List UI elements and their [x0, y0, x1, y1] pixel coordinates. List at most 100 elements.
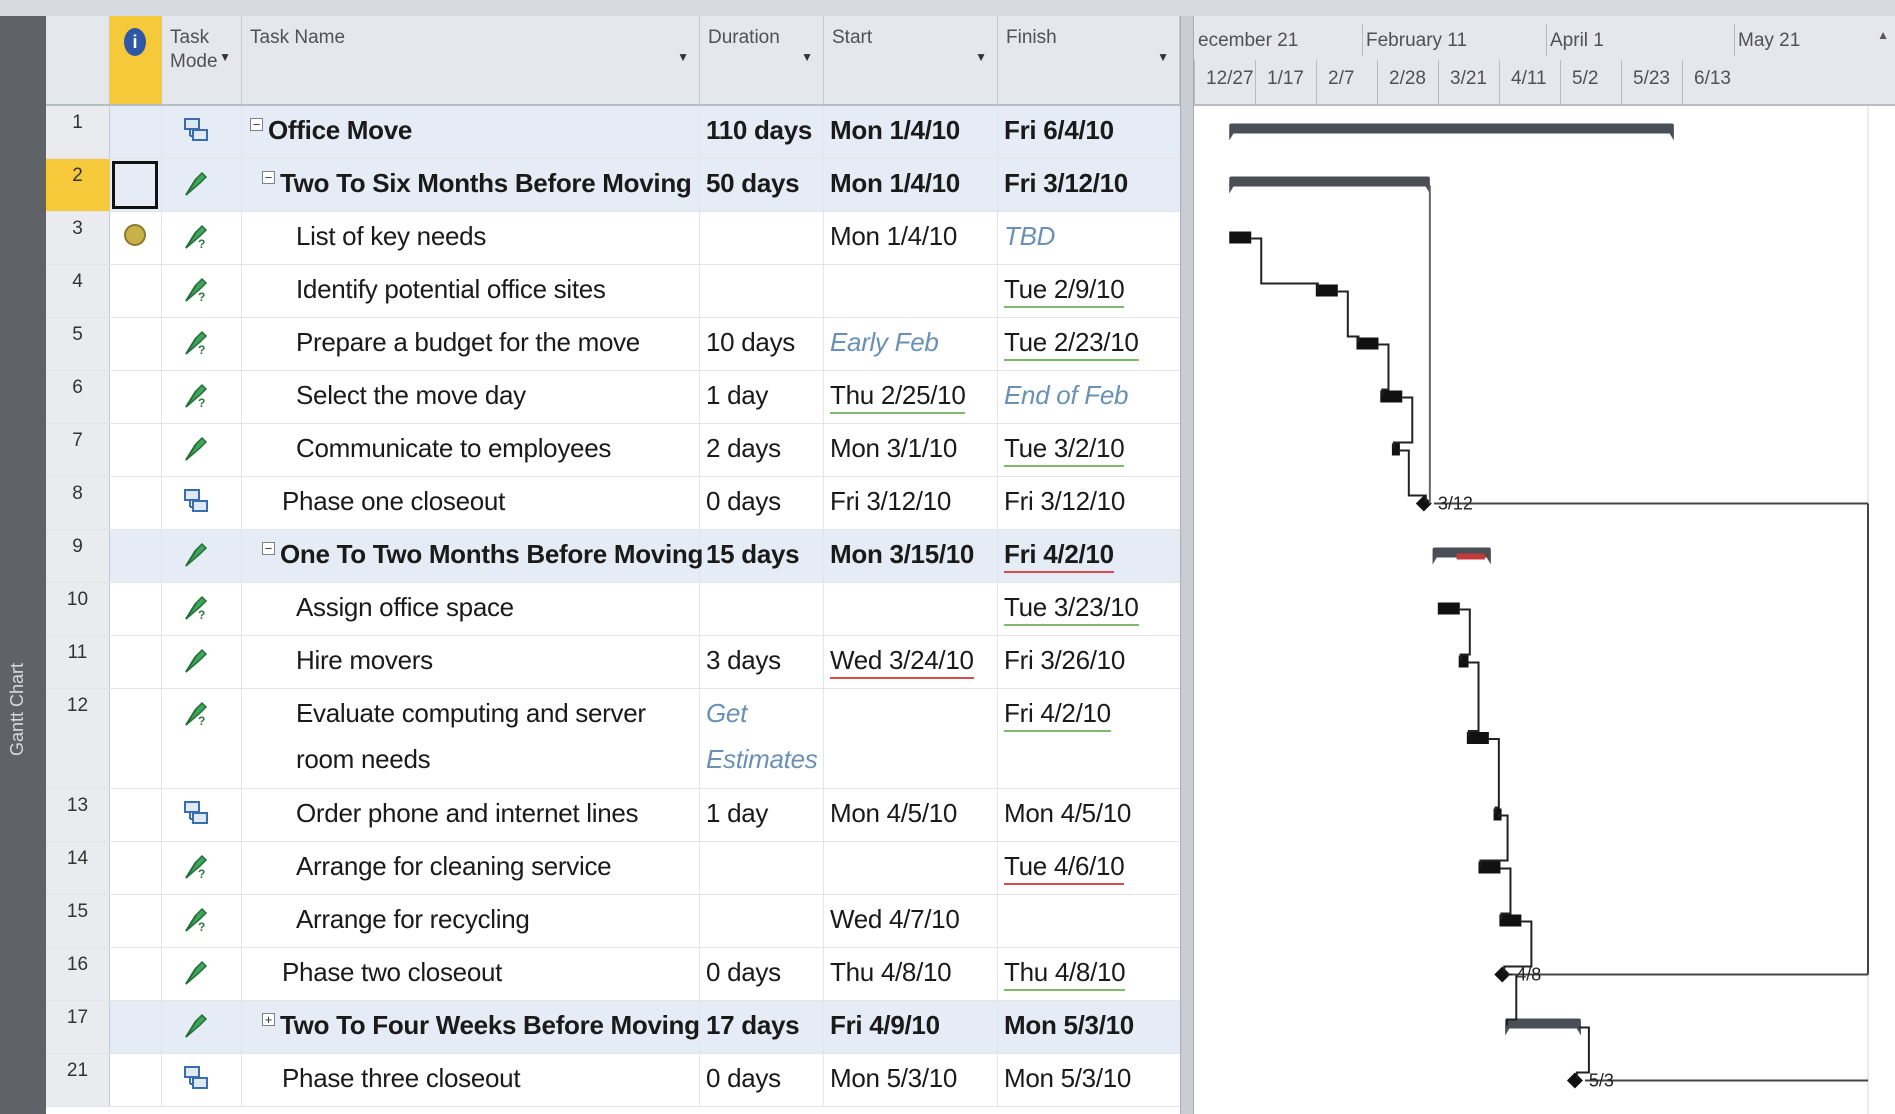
- timescale-minor-label[interactable]: 5/23: [1633, 68, 1670, 90]
- task-name-cell[interactable]: Select the move day: [242, 371, 700, 423]
- task-mode-cell[interactable]: [162, 636, 242, 688]
- duration-cell[interactable]: [700, 583, 824, 635]
- row-number[interactable]: 11: [46, 636, 110, 688]
- row-number[interactable]: 4: [46, 265, 110, 317]
- timescale-minor-label[interactable]: 3/21: [1450, 68, 1487, 90]
- task-row[interactable]: 7 Communicate to employees 2 days Mon 3/1/1…: [46, 424, 1180, 477]
- task-row[interactable]: 13 Order phone and internet lines 1 day Mon…: [46, 789, 1180, 842]
- task-name-cell[interactable]: Prepare a budget for the move: [242, 318, 700, 370]
- timescale-minor-label[interactable]: 1/17: [1267, 68, 1304, 90]
- auto-scheduled-icon[interactable]: [182, 799, 212, 834]
- manually-scheduled-icon[interactable]: ?: [182, 275, 212, 310]
- finish-cell[interactable]: [998, 895, 1180, 947]
- timescale-minor-label[interactable]: 6/13: [1694, 68, 1731, 90]
- task-name-column-header[interactable]: Task Name ▼: [242, 16, 700, 106]
- chevron-down-icon[interactable]: ▼: [1157, 50, 1169, 64]
- task-name-cell[interactable]: Identify potential office sites: [242, 265, 700, 317]
- select-all-corner[interactable]: [46, 16, 110, 106]
- task-row[interactable]: 4? Identify potential office sites Tue 2/9…: [46, 265, 1180, 318]
- task-name-cell[interactable]: Arrange for recycling: [242, 895, 700, 947]
- finish-cell[interactable]: Tue 3/2/10: [998, 424, 1180, 476]
- row-number[interactable]: 2: [46, 159, 110, 211]
- task-row[interactable]: 8 Phase one closeout 0 days Fri 3/12/10 Fri …: [46, 477, 1180, 530]
- collapse-icon[interactable]: −: [262, 171, 275, 184]
- task-mode-cell[interactable]: [162, 159, 242, 211]
- finish-cell[interactable]: Mon 5/3/10: [998, 1054, 1180, 1106]
- indicators-cell[interactable]: [110, 842, 162, 894]
- expand-icon[interactable]: +: [262, 1013, 275, 1026]
- task-name-cell[interactable]: Phase two closeout: [242, 948, 700, 1000]
- indicators-cell[interactable]: [110, 424, 162, 476]
- task-mode-cell[interactable]: [162, 477, 242, 529]
- start-cell[interactable]: Wed 3/24/10: [824, 636, 998, 688]
- chevron-down-icon[interactable]: ▼: [975, 50, 987, 64]
- auto-scheduled-icon[interactable]: [182, 1064, 212, 1099]
- indicators-cell[interactable]: [110, 477, 162, 529]
- row-number[interactable]: 15: [46, 895, 110, 947]
- note-icon[interactable]: [124, 224, 146, 246]
- row-number[interactable]: 10: [46, 583, 110, 635]
- start-column-header[interactable]: Start ▼: [824, 16, 998, 106]
- task-row[interactable]: 1− Office Move 110 days Mon 1/4/10 Fri 6/4/1…: [46, 106, 1180, 159]
- duration-cell[interactable]: 2 days: [700, 424, 824, 476]
- start-cell[interactable]: Fri 3/12/10: [824, 477, 998, 529]
- task-name-cell[interactable]: − One To Two Months Before Moving: [242, 530, 703, 582]
- indicators-cell[interactable]: [110, 1001, 162, 1053]
- timescale-header[interactable]: ecember 21 February 11 April 1 May 21 12/27 1…: [1194, 16, 1895, 106]
- task-row[interactable]: 16 Phase two closeout 0 days Thu 4/8/10 Thu …: [46, 948, 1180, 1001]
- start-cell[interactable]: Wed 4/7/10: [824, 895, 998, 947]
- task-name-cell[interactable]: List of key needs: [242, 212, 700, 264]
- indicators-cell[interactable]: [110, 318, 162, 370]
- task-mode-cell[interactable]: ?: [162, 842, 242, 894]
- task-name-cell[interactable]: Hire movers: [242, 636, 700, 688]
- manually-scheduled-icon[interactable]: ?: [182, 852, 212, 887]
- row-number[interactable]: 17: [46, 1001, 110, 1053]
- indicators-cell[interactable]: [110, 159, 162, 211]
- finish-cell[interactable]: Tue 4/6/10: [998, 842, 1180, 894]
- indicators-cell[interactable]: [110, 895, 162, 947]
- task-row[interactable]: 6? Select the move day 1 day Thu 2/25/10 End…: [46, 371, 1180, 424]
- task-name-cell[interactable]: Order phone and internet lines: [242, 789, 700, 841]
- collapse-icon[interactable]: −: [250, 118, 263, 131]
- task-row[interactable]: 3? List of key needs Mon 1/4/10 TBD: [46, 212, 1180, 265]
- finish-cell[interactable]: TBD: [998, 212, 1180, 264]
- task-name-cell[interactable]: Phase three closeout: [242, 1054, 700, 1106]
- finish-cell[interactable]: End of Feb: [998, 371, 1180, 423]
- task-row[interactable]: 12? Evaluate computing and server room nee…: [46, 689, 1180, 789]
- indicators-cell[interactable]: [110, 1054, 162, 1106]
- finish-cell[interactable]: Fri 3/26/10: [998, 636, 1180, 688]
- manually-scheduled-icon[interactable]: [182, 958, 212, 993]
- active-cell-selection[interactable]: [112, 161, 158, 209]
- timescale-major-label[interactable]: April 1: [1550, 30, 1604, 52]
- timescale-minor-label[interactable]: 2/28: [1389, 68, 1426, 90]
- collapse-icon[interactable]: −: [262, 542, 275, 555]
- finish-cell[interactable]: Fri 4/2/10: [998, 689, 1180, 788]
- start-cell[interactable]: Mon 3/1/10: [824, 424, 998, 476]
- duration-cell[interactable]: 0 days: [700, 477, 824, 529]
- finish-cell[interactable]: Fri 3/12/10: [998, 159, 1180, 211]
- duration-cell[interactable]: 0 days: [700, 1054, 824, 1106]
- manually-scheduled-icon[interactable]: ?: [182, 905, 212, 940]
- duration-cell[interactable]: 10 days: [700, 318, 824, 370]
- finish-cell[interactable]: Thu 4/8/10: [998, 948, 1180, 1000]
- row-number[interactable]: 6: [46, 371, 110, 423]
- start-cell[interactable]: Mon 3/15/10: [824, 530, 998, 582]
- task-row[interactable]: 15? Arrange for recycling Wed 4/7/10: [46, 895, 1180, 948]
- duration-cell[interactable]: [700, 212, 824, 264]
- chevron-down-icon[interactable]: ▼: [801, 50, 813, 64]
- chevron-down-icon[interactable]: ▼: [677, 50, 689, 64]
- task-row[interactable]: 5? Prepare a budget for the move 10 days Ea…: [46, 318, 1180, 371]
- task-mode-cell[interactable]: [162, 1001, 242, 1053]
- start-cell[interactable]: [824, 265, 998, 317]
- indicators-cell[interactable]: [110, 530, 162, 582]
- task-row[interactable]: 11 Hire movers 3 days Wed 3/24/10 Fri 3/26/1…: [46, 636, 1180, 689]
- task-mode-cell[interactable]: ?: [162, 212, 242, 264]
- finish-column-header[interactable]: Finish ▼: [998, 16, 1180, 106]
- start-cell[interactable]: Mon 4/5/10: [824, 789, 998, 841]
- task-name-cell[interactable]: − Office Move: [242, 106, 700, 158]
- task-mode-cell[interactable]: ?: [162, 689, 242, 788]
- row-number[interactable]: 5: [46, 318, 110, 370]
- indicators-cell[interactable]: [110, 689, 162, 788]
- task-mode-cell[interactable]: ?: [162, 583, 242, 635]
- indicators-cell[interactable]: [110, 265, 162, 317]
